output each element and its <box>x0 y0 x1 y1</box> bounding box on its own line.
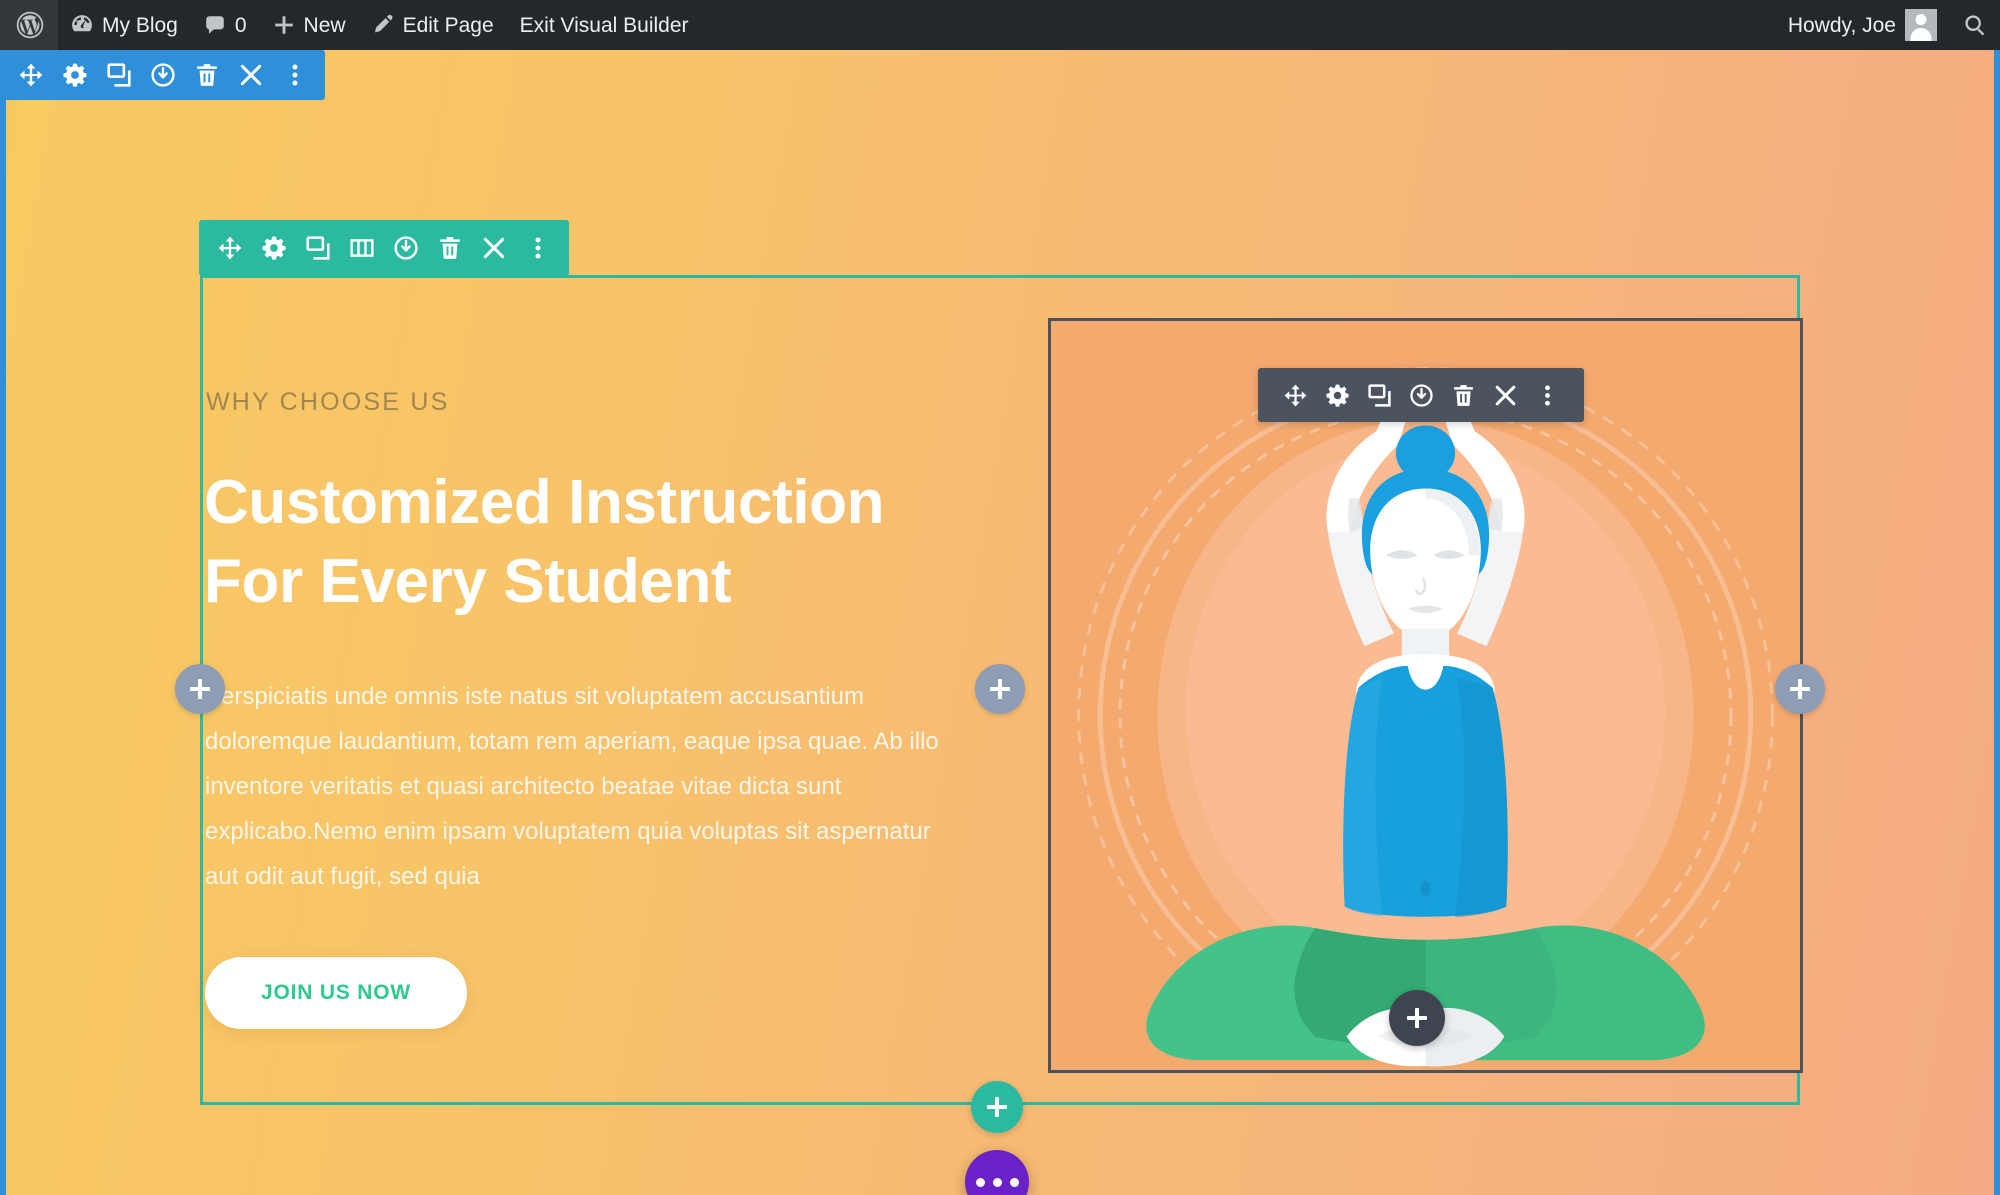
admin-bar-edit-page[interactable]: Edit Page <box>359 0 507 50</box>
plus-icon <box>1790 679 1810 699</box>
plus-icon <box>987 1097 1007 1117</box>
ellipsis-icon-dot-2 <box>992 1177 1002 1187</box>
page-settings-fab[interactable] <box>965 1150 1029 1195</box>
trash-icon <box>1453 384 1473 406</box>
duplicate-icon <box>106 63 131 87</box>
module-settings-button[interactable] <box>1316 368 1358 422</box>
yoga-woman-lotus-pose-illustration <box>1051 321 1800 1070</box>
section-settings-button[interactable] <box>53 50 97 100</box>
join-us-now-button[interactable]: JOIN US NOW <box>205 957 467 1030</box>
gear-icon <box>63 63 86 87</box>
builder-column-left: WHY CHOOSE US Customized Instruction For… <box>203 278 1003 1102</box>
move-arrows-icon <box>1284 384 1306 406</box>
admin-bar-search-button[interactable] <box>1950 0 2000 50</box>
section-more-options-button[interactable] <box>273 50 317 100</box>
wordpress-logo-icon <box>16 11 44 39</box>
power-icon <box>394 236 418 260</box>
section-toolbar <box>0 50 325 100</box>
kebab-menu-icon <box>1544 384 1550 406</box>
columns-icon <box>350 239 374 257</box>
row-settings-button[interactable] <box>252 220 296 276</box>
admin-bar-account[interactable]: Howdy, Joe <box>1775 0 1950 50</box>
ellipsis-icon-dot-1 <box>975 1177 985 1187</box>
delete-row-button[interactable] <box>428 220 472 276</box>
module-toolbar <box>1258 368 1584 422</box>
close-row-button[interactable] <box>472 220 516 276</box>
trash-icon <box>196 64 217 86</box>
add-module-right-button[interactable] <box>1775 664 1825 714</box>
admin-bar-greeting: Howdy, Joe <box>1787 13 1896 37</box>
pencil-icon <box>374 14 393 33</box>
delete-module-button[interactable] <box>1442 368 1484 422</box>
comment-bubble-icon <box>206 16 224 34</box>
power-icon <box>150 63 175 87</box>
admin-bar-comments[interactable]: 0 <box>191 0 260 50</box>
add-module-below-image-button[interactable] <box>1389 990 1445 1046</box>
gear-icon <box>262 236 286 260</box>
disable-section-button[interactable] <box>141 50 185 100</box>
move-module-button[interactable] <box>1274 368 1316 422</box>
duplicate-section-button[interactable] <box>97 50 141 100</box>
close-x-icon <box>1495 385 1515 405</box>
gear-icon <box>1325 384 1349 407</box>
kebab-menu-icon <box>292 64 297 86</box>
plus-icon <box>274 16 293 34</box>
plus-icon <box>1407 1008 1427 1028</box>
admin-bar-comments-count: 0 <box>234 13 247 37</box>
admin-bar-new-label: New <box>303 13 346 37</box>
plus-icon <box>990 679 1010 699</box>
search-icon <box>1965 15 1985 36</box>
join-us-now-label: JOIN US NOW <box>261 981 411 1005</box>
body-text: Perspiciatis unde omnis iste natus sit v… <box>205 682 939 891</box>
disable-row-button[interactable] <box>384 220 428 276</box>
section-highlight-right <box>1994 50 2000 1195</box>
admin-bar-new[interactable]: New <box>260 0 359 50</box>
module-more-options-button[interactable] <box>1526 368 1568 422</box>
eyebrow-text: WHY CHOOSE US <box>206 388 450 416</box>
headline-line-2: For Every Student <box>204 547 732 617</box>
wordpress-admin-bar: My Blog 0 New Edit Page Exit Visual Buil… <box>0 0 2000 50</box>
duplicate-module-button[interactable] <box>1358 368 1400 422</box>
row-more-options-button[interactable] <box>516 220 560 276</box>
close-module-button[interactable] <box>1484 368 1526 422</box>
add-module-left-button[interactable] <box>175 664 225 714</box>
add-module-middle-button[interactable] <box>975 664 1025 714</box>
move-arrows-icon <box>19 63 42 87</box>
move-section-button[interactable] <box>9 50 53 100</box>
plus-icon <box>190 679 210 699</box>
ellipsis-icon-dot-3 <box>1009 1177 1019 1187</box>
page-title: Customized Instruction For Every Student <box>204 463 1003 622</box>
admin-bar-exit-visual-builder[interactable]: Exit Visual Builder <box>507 0 702 50</box>
row-columns-button[interactable] <box>340 220 384 276</box>
row-toolbar <box>199 220 569 276</box>
duplicate-row-button[interactable] <box>296 220 340 276</box>
kebab-menu-icon <box>535 237 541 259</box>
admin-bar-exit-visual-builder-label: Exit Visual Builder <box>519 13 689 37</box>
trash-icon <box>440 237 460 259</box>
move-row-button[interactable] <box>208 220 252 276</box>
headline-line-1: Customized Instruction <box>204 468 885 537</box>
move-arrows-icon <box>218 236 242 260</box>
admin-bar-edit-page-label: Edit Page <box>402 13 494 37</box>
avatar <box>1905 9 1937 41</box>
close-x-icon <box>483 237 505 259</box>
close-x-icon <box>240 64 261 86</box>
wordpress-logo-button[interactable] <box>0 0 58 50</box>
disable-module-button[interactable] <box>1400 368 1442 422</box>
section-highlight-left <box>0 50 6 1195</box>
duplicate-icon <box>1367 383 1391 407</box>
delete-section-button[interactable] <box>185 50 229 100</box>
admin-bar-my-blog-label: My Blog <box>102 13 178 37</box>
power-icon <box>1409 383 1433 407</box>
duplicate-icon <box>306 236 330 260</box>
image-module[interactable] <box>1048 318 1803 1073</box>
admin-bar-my-blog[interactable]: My Blog <box>58 0 191 50</box>
close-section-button[interactable] <box>229 50 273 100</box>
visual-builder-canvas: WHY CHOOSE US Customized Instruction For… <box>0 50 2000 1195</box>
add-row-button[interactable] <box>971 1081 1023 1133</box>
dashboard-icon <box>72 15 92 32</box>
